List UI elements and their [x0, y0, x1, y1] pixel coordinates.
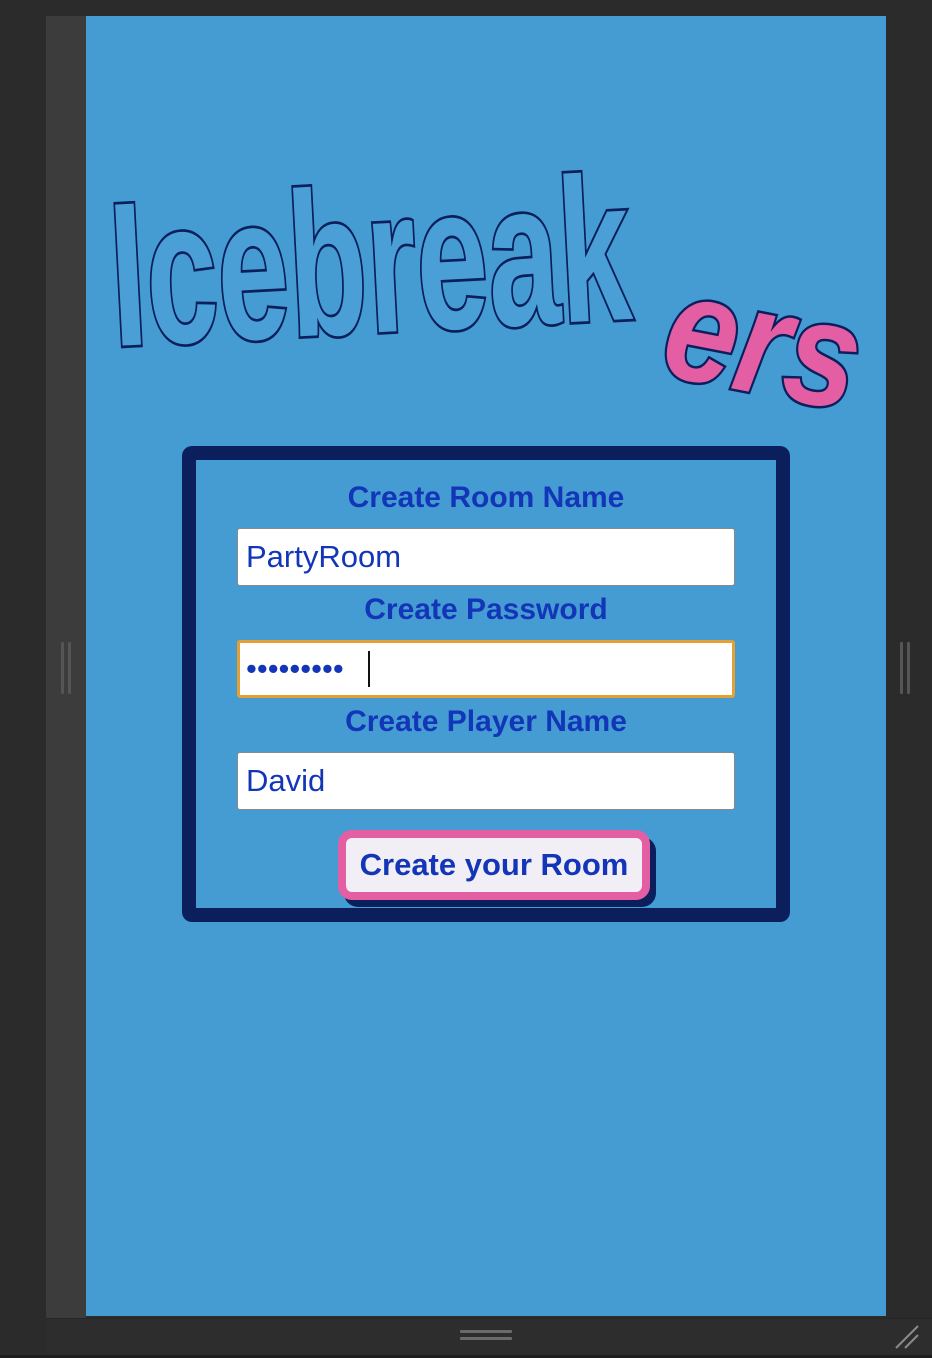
- logo-text-accent: ers: [652, 240, 875, 436]
- left-resize-handle[interactable]: [61, 642, 71, 694]
- room-name-label: Create Room Name: [347, 481, 625, 514]
- app-viewport: Icebreak ers Create Room Name Create Pas…: [86, 16, 886, 1316]
- create-room-form: Create Room Name Create Password Create …: [182, 446, 790, 922]
- password-input[interactable]: [237, 640, 735, 698]
- player-name-input[interactable]: [237, 752, 735, 810]
- right-resize-handle[interactable]: [900, 642, 910, 694]
- logo-text-main: Icebreak: [106, 146, 636, 390]
- icebreakers-logo: Icebreak ers: [106, 146, 876, 436]
- text-caret: [368, 651, 370, 687]
- room-name-input[interactable]: [237, 528, 735, 586]
- password-label: Create Password: [364, 593, 608, 626]
- corner-resize-grip-icon[interactable]: [892, 1322, 922, 1352]
- bottom-resize-handle[interactable]: [460, 1330, 512, 1340]
- window-top-strip: [0, 0, 932, 16]
- player-name-label: Create Player Name: [345, 705, 627, 738]
- create-room-button[interactable]: Create your Room: [338, 830, 650, 900]
